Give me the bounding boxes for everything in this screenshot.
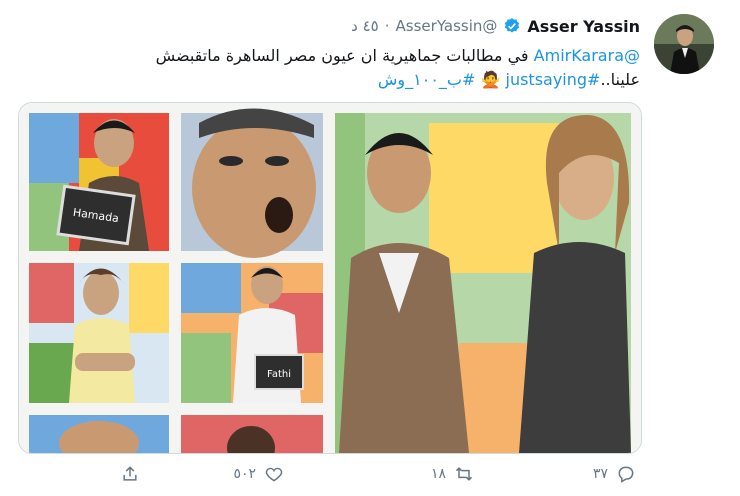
tweet-action-bar: ٣٧ ١٨ ٥٠٢ <box>0 460 740 496</box>
hashtag-100-wesh[interactable]: #ب_١٠٠_وش <box>378 70 476 89</box>
panel-fathi: Fathi <box>181 263 323 403</box>
retweet-icon <box>455 467 473 481</box>
author-avatar[interactable] <box>654 14 714 74</box>
share-icon <box>123 466 137 481</box>
tweet-timestamp[interactable]: ٤٥ د <box>351 17 379 35</box>
media-illustration: Hamada Fathi <box>19 103 641 453</box>
tweet-media-collage[interactable]: Hamada Fathi <box>18 102 642 454</box>
share-action[interactable] <box>120 464 140 484</box>
panel-main-duo <box>335 113 631 453</box>
fathi-sign-label: Fathi <box>267 369 291 380</box>
tweet-body-text-2: علينا.. <box>600 70 640 89</box>
panel-closeup-face <box>181 108 323 258</box>
header-separator: · <box>384 17 390 35</box>
heart-icon <box>265 467 283 482</box>
author-handle[interactable]: @AsserYassin <box>396 17 498 35</box>
tweet-body-text: في مطالبات جماهيرية ان عيون مصر الساهرة … <box>155 46 534 65</box>
like-action[interactable]: ٥٠٢ <box>233 464 284 484</box>
avatar-portrait <box>654 14 714 74</box>
retweet-action[interactable]: ١٨ <box>431 464 474 484</box>
reply-action[interactable]: ٣٧ <box>593 464 636 484</box>
reply-count: ٣٧ <box>592 466 608 482</box>
reply-icon <box>618 466 634 483</box>
verified-badge-icon <box>505 18 520 33</box>
like-count: ٥٠٢ <box>233 466 256 482</box>
tweet-header: Asser Yassin @AsserYassin · ٤٥ د <box>351 14 640 38</box>
panel-hamada: Hamada <box>29 113 169 251</box>
mention-link[interactable]: @AmirKarara <box>534 46 640 65</box>
tweet-text: @AmirKarara في مطالبات جماهيرية ان عيون … <box>100 44 640 92</box>
emoji-person-gesturing-no: 🙅 <box>480 70 501 89</box>
retweet-count: ١٨ <box>430 466 446 482</box>
panel-bottom-left <box>29 415 169 453</box>
tweet-card[interactable]: Asser Yassin @AsserYassin · ٤٥ د @AmirKa… <box>0 0 740 496</box>
tweet-text-line-1: @AmirKarara في مطالبات جماهيرية ان عيون … <box>100 44 640 68</box>
panel-woman-arms-crossed <box>29 263 169 403</box>
panel-bottom-middle <box>181 415 323 453</box>
tweet-text-line-2: علينا..#justsaying 🙅 #ب_١٠٠_وش <box>100 68 640 92</box>
hashtag-justsaying[interactable]: #justsaying <box>506 70 601 89</box>
author-name[interactable]: Asser Yassin <box>527 17 640 36</box>
